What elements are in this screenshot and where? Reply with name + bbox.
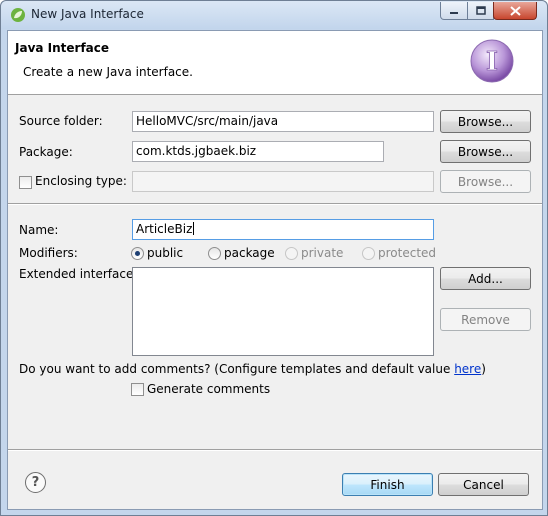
help-button[interactable]: ? (25, 472, 46, 493)
modifier-public-radio[interactable] (131, 247, 144, 260)
wizard-body: Source folder: HelloMVC/src/main/java Br… (8, 95, 542, 511)
name-input[interactable]: ArticleBiz (132, 219, 434, 240)
enclosing-type-browse-button[interactable]: Browse... (440, 170, 531, 193)
comments-question: Do you want to add comments? (Configure … (19, 362, 486, 376)
name-input-value: ArticleBiz (136, 222, 193, 236)
enclosing-type-label: Enclosing type: (35, 174, 127, 188)
wizard-description: Create a new Java interface. (23, 65, 193, 79)
modifier-private-radio[interactable] (285, 247, 298, 260)
package-browse-button[interactable]: Browse... (440, 140, 531, 163)
dialog-window: New Java Interface Java Interface Create… (0, 0, 548, 516)
comments-question-text: Do you want to add comments? (Configure … (19, 362, 455, 376)
generate-comments-checkbox[interactable] (131, 383, 144, 396)
footer-divider (8, 449, 542, 451)
title-bar[interactable]: New Java Interface (1, 1, 547, 29)
enclosing-type-checkbox[interactable] (19, 176, 32, 189)
comments-question-end: ) (481, 362, 486, 376)
enclosing-type-input[interactable] (132, 171, 434, 192)
wizard-header: Java Interface Create a new Java interfa… (8, 31, 542, 95)
window-title: New Java Interface (31, 7, 144, 21)
configure-templates-link[interactable]: here (454, 362, 481, 376)
modifier-package-radio[interactable] (208, 247, 221, 260)
minimize-icon (450, 11, 458, 14)
wizard-title: Java Interface (15, 41, 110, 55)
generate-comments-label: Generate comments (147, 382, 271, 396)
package-label: Package: (19, 145, 73, 159)
extended-interfaces-list[interactable] (132, 267, 434, 356)
source-folder-input[interactable]: HelloMVC/src/main/java (132, 111, 434, 132)
modifier-private-label: private (301, 246, 344, 260)
modifiers-label: Modifiers: (19, 246, 78, 260)
dialog-client: Java Interface Create a new Java interfa… (7, 30, 543, 510)
extended-interfaces-label: Extended interfaces: (19, 267, 144, 281)
maximize-button[interactable] (467, 2, 494, 20)
source-folder-label: Source folder: (19, 114, 103, 128)
modifier-package-label: package (224, 246, 275, 260)
help-icon: ? (31, 475, 40, 490)
modifier-protected-radio[interactable] (362, 247, 375, 260)
spring-leaf-icon (11, 8, 25, 22)
add-interface-button[interactable]: Add... (440, 267, 531, 290)
interface-wizard-icon: I (470, 39, 514, 83)
package-input[interactable]: com.ktds.jgbaek.biz (132, 141, 384, 162)
section-divider (8, 203, 542, 205)
name-label: Name: (19, 223, 59, 237)
cancel-button[interactable]: Cancel (438, 473, 529, 496)
text-caret (193, 222, 195, 235)
modifier-protected-label: protected (378, 246, 437, 260)
maximize-icon (475, 6, 486, 15)
interface-letter: I (486, 47, 498, 77)
finish-button[interactable]: Finish (342, 473, 433, 496)
modifier-public-label: public (147, 246, 184, 260)
remove-interface-button[interactable]: Remove (440, 308, 531, 331)
minimize-button[interactable] (440, 2, 468, 20)
close-button[interactable] (493, 2, 537, 20)
source-folder-browse-button[interactable]: Browse... (440, 110, 531, 133)
close-icon (509, 5, 521, 16)
